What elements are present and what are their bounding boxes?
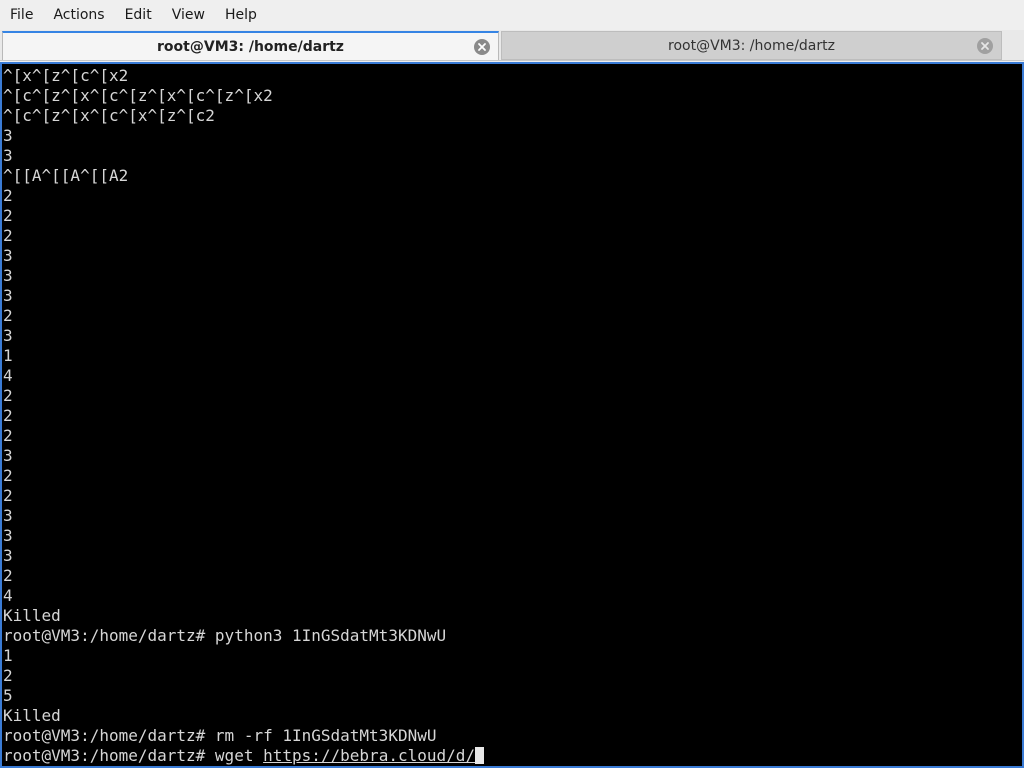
close-icon[interactable] <box>474 39 490 55</box>
terminal-line: 3 <box>3 446 13 465</box>
close-icon[interactable] <box>977 38 993 54</box>
terminal-line: Killed <box>3 606 61 625</box>
terminal-line: 4 <box>3 366 13 385</box>
terminal-line: 4 <box>3 586 13 605</box>
terminal-line: 3 <box>3 506 13 525</box>
menu-edit[interactable]: Edit <box>115 0 162 30</box>
terminal-line: 2 <box>3 386 13 405</box>
terminal-line: 2 <box>3 306 13 325</box>
tab-label: root@VM3: /home/dartz <box>668 37 835 54</box>
menu-bar: File Actions Edit View Help <box>0 0 1024 30</box>
terminal-line: 3 <box>3 326 13 345</box>
terminal-line: 3 <box>3 146 13 165</box>
terminal-line: 1 <box>3 346 13 365</box>
terminal-line: ^[[A^[[A^[[A2 <box>3 166 129 185</box>
terminal-line: 3 <box>3 126 13 145</box>
command-text: wget <box>214 746 264 765</box>
terminal-line: 2 <box>3 206 13 225</box>
terminal-prompt-line[interactable]: root@VM3:/home/dartz# wget https://bebra… <box>3 746 1022 766</box>
terminal-output[interactable]: ^[x^[z^[c^[x2 ^[c^[z^[x^[c^[z^[x^[c^[z^[x… <box>0 62 1024 768</box>
terminal-line: 5 <box>3 686 13 705</box>
terminal-line: 2 <box>3 466 13 485</box>
tab-label: root@VM3: /home/dartz <box>157 38 344 55</box>
menu-view[interactable]: View <box>162 0 215 30</box>
terminal-line: 3 <box>3 286 13 305</box>
menu-actions[interactable]: Actions <box>43 0 114 30</box>
terminal-line: 3 <box>3 246 13 265</box>
terminal-line: 1 <box>3 646 13 665</box>
terminal-line: 2 <box>3 486 13 505</box>
terminal-line: ^[c^[z^[x^[c^[z^[x^[c^[z^[x2 <box>3 86 273 105</box>
terminal-line: ^[x^[z^[c^[x2 <box>3 66 129 85</box>
terminal-line: 3 <box>3 546 13 565</box>
terminal-line: Killed <box>3 706 61 725</box>
text-cursor <box>475 747 485 764</box>
menu-file[interactable]: File <box>0 0 43 30</box>
terminal-line: 2 <box>3 226 13 245</box>
terminal-line: 2 <box>3 406 13 425</box>
tab-terminal-1[interactable]: root@VM3: /home/dartz <box>2 31 499 60</box>
terminal-line: 3 <box>3 526 13 545</box>
terminal-line: root@VM3:/home/dartz# rm -rf 1InGSdatMt3… <box>3 726 437 745</box>
tab-bar: root@VM3: /home/dartz root@VM3: /home/da… <box>0 30 1024 61</box>
tab-terminal-2[interactable]: root@VM3: /home/dartz <box>501 31 1002 60</box>
menu-help[interactable]: Help <box>215 0 267 30</box>
terminal-line: root@VM3:/home/dartz# python3 1InGSdatMt… <box>3 626 447 645</box>
prompt: root@VM3:/home/dartz# <box>3 746 215 765</box>
terminal-line: 2 <box>3 426 13 445</box>
terminal-line: 2 <box>3 186 13 205</box>
command-url[interactable]: https://bebra.cloud/d/ <box>263 746 475 765</box>
terminal-window: File Actions Edit View Help root@VM3: /h… <box>0 0 1024 768</box>
terminal-line: 2 <box>3 666 13 685</box>
terminal-line: 2 <box>3 566 13 585</box>
terminal-line: 3 <box>3 266 13 285</box>
terminal-line: ^[c^[z^[x^[c^[x^[z^[c2 <box>3 106 215 125</box>
